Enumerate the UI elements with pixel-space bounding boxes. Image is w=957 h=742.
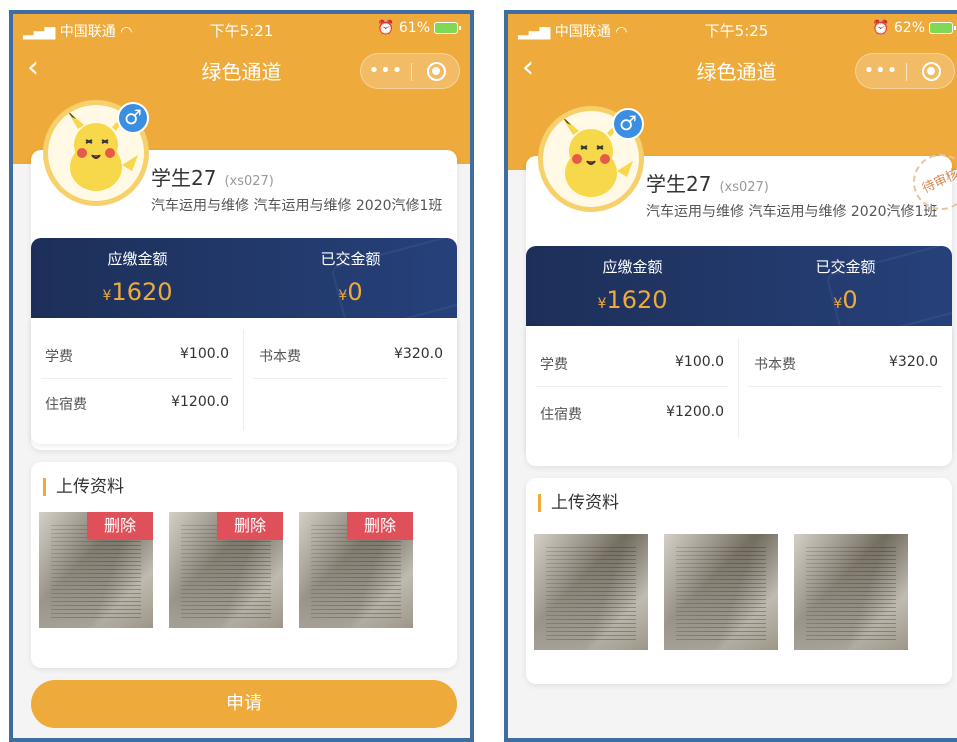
fee-item: 学费 ¥100.0 [31,332,243,380]
paid-label: 已交金额 [815,258,876,276]
due-value-line: ¥1620 [526,286,739,314]
fee-value: ¥100.0 [180,346,229,362]
paid-label: 已交金额 [320,250,381,268]
fee-item: 书本费 ¥320.0 [740,340,952,388]
upload-title: 上传资料 [538,494,619,512]
nav-bar: ‹ 绿色通道 ••• [13,50,470,90]
divider [243,330,244,430]
divider [738,338,739,438]
alarm-icon: ⏰ [376,20,395,36]
fee-name: 书本费 [754,357,796,373]
due-amount: 应缴金额 ¥1620 [31,238,244,318]
uploaded-photo[interactable] [534,534,648,650]
capsule-divider [411,63,412,81]
currency-symbol: ¥ [833,296,843,312]
more-dots-icon[interactable]: ••• [856,54,906,88]
fee-value: ¥100.0 [675,354,724,370]
due-amount: 应缴金额 ¥1620 [526,246,739,326]
delete-button[interactable]: 删除 [87,512,153,540]
fee-details: 学费 ¥100.0 书本费 ¥320.0 住宿费 ¥1200.0 [31,318,457,444]
fee-item: 住宿费 ¥1200.0 [31,380,243,428]
fee-item: 书本费 ¥320.0 [245,332,457,380]
student-id: (xs027) [224,174,274,189]
uploaded-photo[interactable] [794,534,908,650]
fee-summary-panel: 应缴金额 ¥1620 已交金额 ¥0 [526,246,952,326]
student-name: 学生27 [646,172,712,196]
fee-details: 学费 ¥100.0 书本费 ¥320.0 住宿费 ¥1200.0 [526,326,952,466]
student-major: 汽车运用与维修 汽车运用与维修 2020汽修1班 [646,204,938,220]
photo-shading [664,534,778,650]
delete-button[interactable]: 删除 [217,512,283,540]
more-dots-icon[interactable]: ••• [361,54,411,88]
uploaded-photo[interactable]: 删除 [169,512,283,628]
fee-value: ¥1200.0 [666,404,724,420]
paid-amount: 已交金额 ¥0 [244,238,457,318]
battery-indicator: ⏰ 61% [376,20,461,36]
upload-section: 上传资料 [526,478,952,684]
upload-title: 上传资料 [43,478,124,496]
battery-percent: 61% [398,20,430,36]
fee-item: 住宿费 ¥1200.0 [526,390,738,438]
battery-percent: 62% [893,20,925,36]
capsule-divider [906,63,907,81]
due-label: 应缴金额 [107,250,168,268]
close-circle-icon[interactable] [922,62,941,81]
fee-name: 住宿费 [45,397,87,413]
due-value-line: ¥1620 [31,278,244,306]
fee-name: 书本费 [259,349,301,365]
male-gender-icon: ♂ [612,108,644,140]
fee-value: ¥320.0 [394,346,443,362]
upload-section: 上传资料 删除 删除 删除 [31,462,457,668]
due-label: 应缴金额 [602,258,663,276]
apply-button[interactable]: 申请 [31,680,457,728]
paid-value: 0 [842,286,858,314]
fee-value: ¥320.0 [889,354,938,370]
close-circle-icon[interactable] [427,62,446,81]
miniprogram-capsule: ••• [360,53,460,89]
student-name-line: 学生27 (xs027) [151,162,274,191]
paid-value-line: ¥0 [244,278,457,306]
paid-value-line: ¥0 [739,286,952,314]
student-name: 学生27 [151,166,217,190]
paid-amount: 已交金额 ¥0 [739,246,952,326]
fee-name: 住宿费 [540,407,582,423]
status-bar: ▂▄▆ 中国联通 ◠ 下午5:21 ⏰ 61% [13,14,470,44]
photo-shading [794,534,908,650]
fee-item: 学费 ¥100.0 [526,340,738,388]
delete-button[interactable]: 删除 [347,512,413,540]
fee-name: 学费 [540,357,568,373]
fee-summary-panel: 应缴金额 ¥1620 已交金额 ¥0 [31,238,457,318]
fee-name: 学费 [45,349,73,365]
student-name-line: 学生27 (xs027) [646,168,769,197]
currency-symbol: ¥ [338,288,348,304]
alarm-icon: ⏰ [871,20,890,36]
student-major: 汽车运用与维修 汽车运用与维修 2020汽修1班 [151,198,443,214]
uploaded-photo[interactable] [664,534,778,650]
fee-value: ¥1200.0 [171,394,229,410]
miniprogram-capsule: ••• [855,53,955,89]
phone-screen-pending: ▂▄▆ 中国联通 ◠ 下午5:25 ⏰ 62% ‹ 绿色通道 ••• ♂ 学生2… [504,10,957,742]
battery-icon [434,22,461,34]
student-id: (xs027) [719,180,769,195]
due-value: 1620 [606,286,668,314]
nav-bar: ‹ 绿色通道 ••• [508,50,957,90]
battery-icon [929,22,956,34]
status-bar: ▂▄▆ 中国联通 ◠ 下午5:25 ⏰ 62% [508,14,957,44]
uploaded-photo[interactable]: 删除 [299,512,413,628]
photo-shading [534,534,648,650]
phone-screen-edit: ▂▄▆ 中国联通 ◠ 下午5:21 ⏰ 61% ‹ 绿色通道 ••• ♂ 学生2… [9,10,474,742]
battery-indicator: ⏰ 62% [871,20,956,36]
male-gender-icon: ♂ [117,102,149,134]
paid-value: 0 [347,278,363,306]
due-value: 1620 [111,278,173,306]
uploaded-photo[interactable]: 删除 [39,512,153,628]
